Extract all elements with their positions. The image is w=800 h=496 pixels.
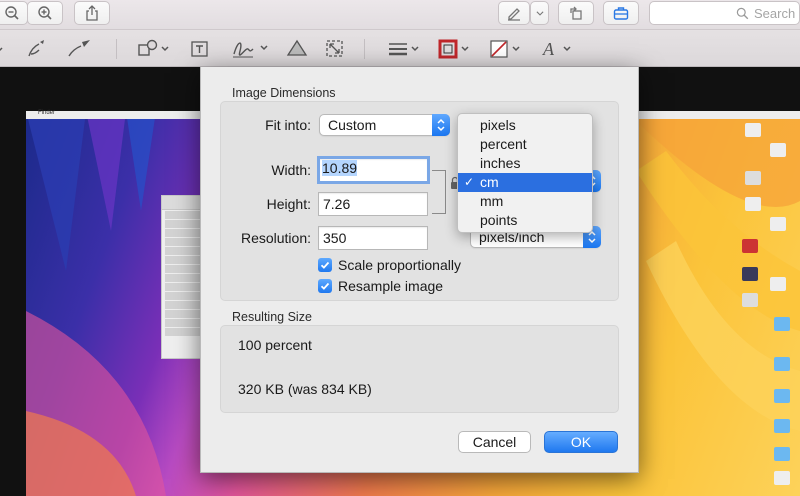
border-color-icon: [438, 39, 469, 59]
window-toolbar: Search: [0, 0, 800, 30]
pen-icon: [508, 8, 520, 21]
shapes-icon: [138, 39, 169, 56]
text-style-tool[interactable]: A: [541, 37, 575, 61]
folder-icon: [774, 447, 790, 461]
border-color-tool[interactable]: [438, 37, 474, 61]
fill-color-icon: [490, 40, 520, 58]
ok-button[interactable]: OK: [544, 431, 618, 453]
checkmark-icon: [318, 258, 332, 272]
signature-icon: [233, 42, 268, 58]
resolution-label: Resolution:: [240, 230, 311, 246]
image-dimensions-title: Image Dimensions: [232, 86, 336, 100]
width-field[interactable]: 10.89: [317, 156, 430, 184]
line-style-icon: [389, 43, 419, 56]
divider: [364, 39, 365, 59]
shape-style-tool[interactable]: [387, 37, 423, 61]
selection-tool[interactable]: [0, 37, 8, 61]
signature-tool[interactable]: [231, 37, 271, 61]
fit-into-popup[interactable]: Custom: [319, 114, 450, 136]
fill-color-tool[interactable]: [489, 37, 525, 61]
fit-into-value: Custom: [328, 117, 377, 133]
menu-item-percent[interactable]: percent: [458, 135, 592, 154]
menu-item-mm[interactable]: mm: [458, 192, 592, 211]
height-label: Height:: [266, 196, 311, 212]
menubar-app-name: Finder: [38, 110, 56, 116]
adjust-size-tool[interactable]: [325, 37, 345, 61]
text-style-icon: A: [542, 39, 571, 59]
markup-menu-button[interactable]: [530, 1, 549, 25]
sketch-icon: [28, 40, 44, 57]
checkmark-icon: ✓: [464, 175, 475, 189]
resolution-field[interactable]: 350: [318, 226, 428, 250]
desktop-file-icon: [745, 197, 761, 211]
cancel-button[interactable]: Cancel: [458, 431, 531, 453]
share-button[interactable]: [74, 1, 110, 25]
updown-arrows-icon: [432, 114, 450, 136]
selection-icon: [0, 47, 3, 52]
menu-item-pixels[interactable]: pixels: [458, 116, 592, 135]
result-file-size: 320 KB (was 834 KB): [238, 381, 372, 397]
checkmark-icon: [318, 279, 332, 293]
desktop-file-icon: [742, 293, 758, 307]
folder-icon: [774, 389, 790, 403]
scale-proportionally-checkbox[interactable]: Scale proportionally: [318, 257, 461, 273]
shapes-tool[interactable]: [137, 37, 171, 61]
desktop-file-icon: [774, 471, 790, 485]
width-value: 10.89: [322, 160, 358, 176]
sketch-tool[interactable]: [26, 37, 50, 61]
width-label: Width:: [271, 162, 311, 178]
markup-button[interactable]: [498, 1, 530, 25]
zoom-in-icon: [38, 6, 52, 20]
menu-item-points[interactable]: points: [458, 211, 592, 230]
text-box-icon: [191, 41, 208, 57]
rotate-button[interactable]: [558, 1, 594, 25]
search-placeholder: Search: [754, 5, 796, 21]
share-icon: [86, 5, 98, 21]
draw-icon: [68, 40, 90, 57]
desktop-file-icon: [770, 143, 786, 157]
desktop-file-icon: [770, 277, 786, 291]
height-field[interactable]: 7.26: [318, 192, 428, 216]
prism-icon: [286, 39, 308, 56]
fit-into-label: Fit into:: [265, 117, 311, 133]
resample-image-label: Resample image: [338, 278, 444, 294]
result-percent: 100 percent: [238, 337, 312, 353]
divider: [116, 39, 117, 59]
desktop-file-icon: [745, 123, 761, 137]
finder-window: [161, 195, 205, 359]
menu-item-cm[interactable]: ✓ cm: [458, 173, 592, 192]
desktop-file-icon: [742, 239, 758, 253]
toolbox-button[interactable]: [603, 1, 639, 25]
proportion-bracket: [432, 170, 446, 214]
search-icon: [736, 7, 749, 20]
height-value: 7.26: [323, 196, 351, 212]
draw-tool[interactable]: [66, 37, 94, 61]
resulting-size-title: Resulting Size: [232, 310, 312, 324]
search-field[interactable]: Search: [649, 1, 800, 25]
desktop-file-icon: [770, 217, 786, 231]
svg-text:A: A: [542, 39, 555, 59]
adjust-color-tool[interactable]: [285, 37, 309, 61]
scale-proportionally-label: Scale proportionally: [338, 257, 461, 273]
desktop-file-icon: [745, 171, 761, 185]
text-tool[interactable]: [190, 37, 210, 61]
folder-icon: [774, 357, 790, 371]
resolution-value: 350: [323, 230, 347, 246]
menu-item-inches[interactable]: inches: [458, 154, 592, 173]
markup-toolbar: A: [0, 30, 800, 67]
folder-icon: [774, 419, 790, 433]
zoom-out-icon: [5, 6, 19, 20]
zoom-out-button[interactable]: [0, 1, 28, 25]
unit-dropdown-menu: pixels percent inches ✓ cm mm points: [457, 113, 593, 233]
desktop-file-icon: [742, 267, 758, 281]
folder-icon: [774, 317, 790, 331]
toolbox-icon: [613, 7, 629, 20]
resize-icon: [326, 40, 343, 57]
zoom-in-button[interactable]: [27, 1, 63, 25]
rotate-icon: [570, 6, 582, 20]
resample-image-checkbox[interactable]: Resample image: [318, 278, 443, 294]
chevron-down-icon: [535, 11, 544, 16]
